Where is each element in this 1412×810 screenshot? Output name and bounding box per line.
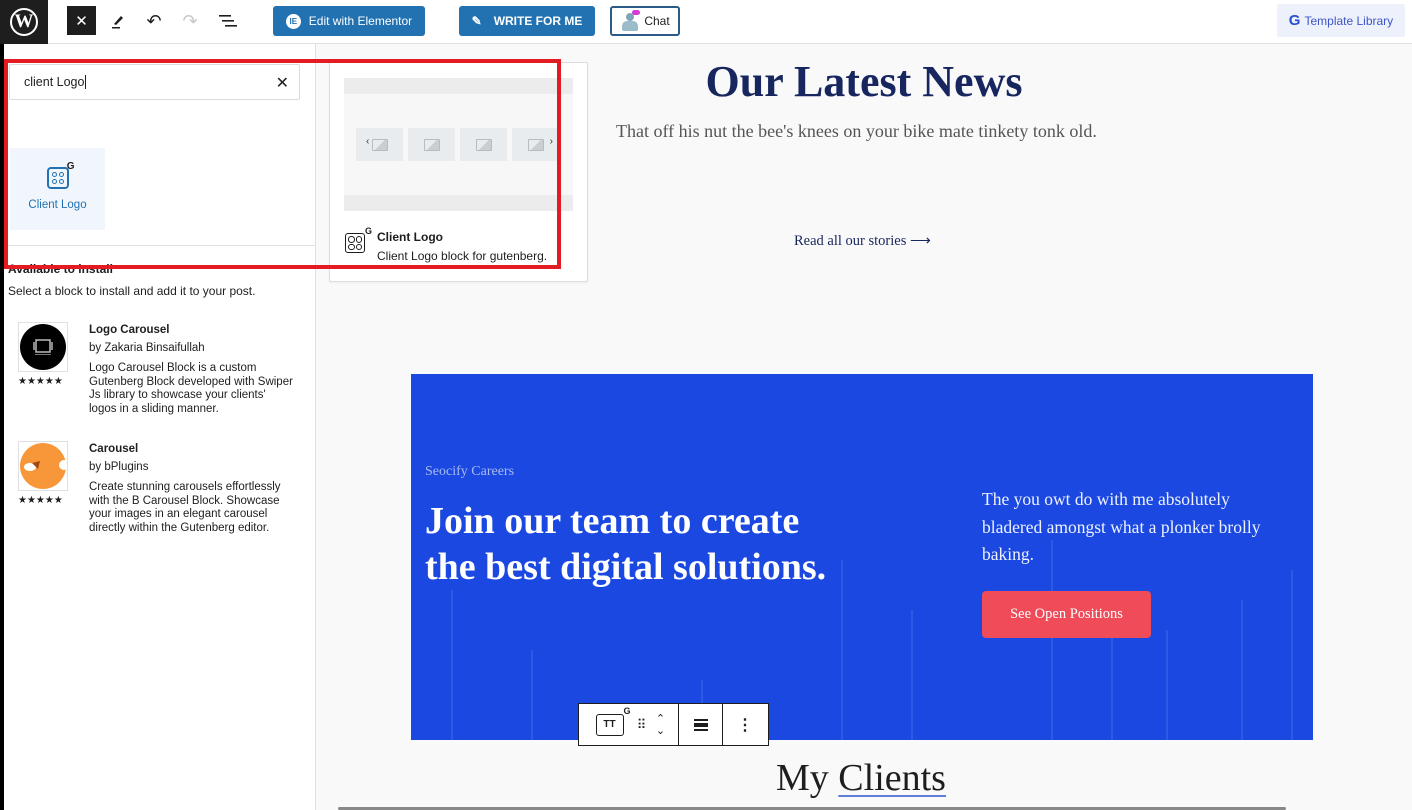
my-clients-heading[interactable]: My Clients	[776, 756, 946, 800]
block-toolbar: TT G ⠿ ⌃ ⌄ ⋮	[578, 703, 769, 746]
plugin-author: by Zakaria Binsaifullah	[89, 342, 205, 354]
available-to-install-description: Select a block to install and add it to …	[8, 284, 256, 298]
tools-button[interactable]	[106, 6, 130, 36]
bg-decoration	[1166, 630, 1168, 740]
image-placeholder-icon	[371, 138, 388, 151]
preview-canvas: ‹ ›	[344, 78, 573, 211]
preview-slides: ‹ ›	[356, 128, 559, 161]
text-caret	[85, 75, 87, 89]
news-heading-text: Our Latest News	[705, 57, 1023, 106]
plugin-author: by bPlugins	[89, 461, 149, 473]
bg-decoration	[1051, 540, 1053, 740]
more-vertical-icon: ⋮	[737, 716, 753, 734]
heading-type-icon: TT	[603, 719, 616, 730]
chatbot-icon	[620, 10, 641, 32]
clients-heading-prefix: My	[776, 757, 829, 799]
preview-title: Client Logo	[377, 230, 443, 244]
carousel-logo-icon	[33, 339, 53, 355]
search-value: client Logo	[24, 75, 85, 89]
wordpress-icon: W	[10, 8, 38, 36]
write-for-me-label: WRITE FOR ME	[493, 14, 583, 28]
plugin-name: Carousel	[89, 443, 139, 455]
clients-heading-link[interactable]: Clients	[838, 757, 946, 799]
plugin-rating: ★★★★★	[18, 376, 63, 387]
align-button[interactable]	[679, 704, 723, 745]
write-for-me-button[interactable]: ✎ WRITE FOR ME	[459, 6, 595, 36]
bg-decoration	[531, 650, 533, 740]
clear-search-icon[interactable]: ✕	[276, 73, 289, 93]
bg-decoration	[911, 610, 913, 740]
plugin-name: Logo Carousel	[89, 324, 170, 336]
client-logo-icon: G	[46, 161, 75, 189]
read-all-stories-link[interactable]: Read all our stories ⟶	[794, 233, 931, 250]
pencil-icon	[112, 16, 123, 29]
redo-icon: ↷	[182, 10, 198, 31]
move-buttons: ⌃ ⌄	[650, 713, 672, 737]
template-library-label: Template Library	[1304, 13, 1394, 28]
chat-button[interactable]: Chat	[610, 6, 680, 36]
plugin-thumbnail	[18, 322, 68, 372]
more-options-button[interactable]: ⋮	[723, 704, 767, 745]
wordpress-logo-button[interactable]: W	[0, 0, 48, 44]
close-inserter-button[interactable]: ✕	[67, 6, 96, 35]
block-inserter-panel: client Logo ✕ G Client Logo Available to…	[4, 44, 316, 810]
redo-button[interactable]: ↷	[178, 6, 202, 36]
plugin-description: Create stunning carousels effortlessly w…	[89, 481, 281, 534]
see-open-positions-button[interactable]: See Open Positions	[982, 591, 1151, 638]
block-search-input[interactable]: client Logo ✕	[9, 64, 300, 100]
bg-decoration	[451, 590, 453, 740]
chat-label: Chat	[644, 14, 670, 28]
preview-slide: ‹	[356, 128, 403, 161]
preview-slide	[460, 128, 507, 161]
preview-slide: ›	[512, 128, 559, 161]
close-icon: ✕	[75, 12, 88, 30]
edit-with-elementor-label: Edit with Elementor	[308, 14, 413, 28]
preview-band	[344, 195, 573, 211]
prev-arrow-icon: ‹	[366, 136, 370, 147]
block-result-label: Client Logo	[28, 199, 87, 211]
undo-icon: ↶	[146, 10, 162, 31]
template-library-icon: G	[1288, 12, 1301, 29]
news-subtitle[interactable]: That off his nut the bee's knees on your…	[616, 121, 1097, 142]
preview-description: Client Logo block for gutenberg.	[377, 249, 548, 263]
edit-with-elementor-button[interactable]: IE Edit with Elementor	[273, 6, 425, 36]
available-to-install-heading: Available to install	[8, 262, 113, 276]
bg-decoration	[1241, 600, 1243, 740]
section-divider	[4, 245, 315, 246]
plugin-description: Logo Carousel Block is a custom Gutenber…	[89, 362, 293, 415]
client-logo-icon: G	[345, 226, 372, 253]
list-view-icon	[219, 15, 237, 27]
write-icon: ✎	[471, 14, 482, 28]
careers-cover-block[interactable]: Seocify Careers Join our team to create …	[411, 374, 1313, 740]
editor-toolbar: W ✕ ↶ ↷ IE Edit with Elementor ✎ WRITE F…	[0, 0, 1412, 44]
plugin-rating: ★★★★★	[18, 495, 63, 506]
template-library-button[interactable]: G Template Library	[1277, 4, 1405, 37]
bg-decoration	[1291, 570, 1293, 740]
block-preview-popover: ‹ › G Client Logo Client Logo block for …	[329, 62, 588, 282]
move-down-button[interactable]: ⌄	[656, 725, 665, 737]
image-placeholder-icon	[527, 138, 544, 151]
move-up-button[interactable]: ⌃	[656, 713, 665, 725]
undo-button[interactable]: ↶	[142, 6, 166, 36]
careers-kicker[interactable]: Seocify Careers	[425, 464, 514, 480]
preview-slide	[408, 128, 455, 161]
image-placeholder-icon	[475, 138, 492, 151]
carousel-plugin-icon	[24, 460, 69, 471]
block-type-button[interactable]: TT G	[595, 706, 631, 736]
block-badge-icon: G	[623, 705, 631, 716]
next-arrow-icon: ›	[549, 136, 553, 147]
plugin-thumbnail	[18, 441, 69, 491]
align-full-icon	[693, 718, 708, 731]
image-placeholder-icon	[423, 138, 440, 151]
list-view-button[interactable]	[214, 6, 242, 36]
block-toolbar-group-main: TT G ⠿ ⌃ ⌄	[579, 704, 679, 745]
careers-body-text[interactable]: The you owt do with me absolutely blader…	[982, 486, 1292, 569]
preview-band	[344, 78, 573, 94]
elementor-icon: IE	[285, 13, 301, 29]
block-result-client-logo[interactable]: G Client Logo	[10, 148, 105, 230]
careers-headline[interactable]: Join our team to create the best digital…	[425, 498, 845, 590]
drag-handle[interactable]: ⠿	[632, 718, 650, 731]
bg-decoration	[1111, 620, 1113, 740]
